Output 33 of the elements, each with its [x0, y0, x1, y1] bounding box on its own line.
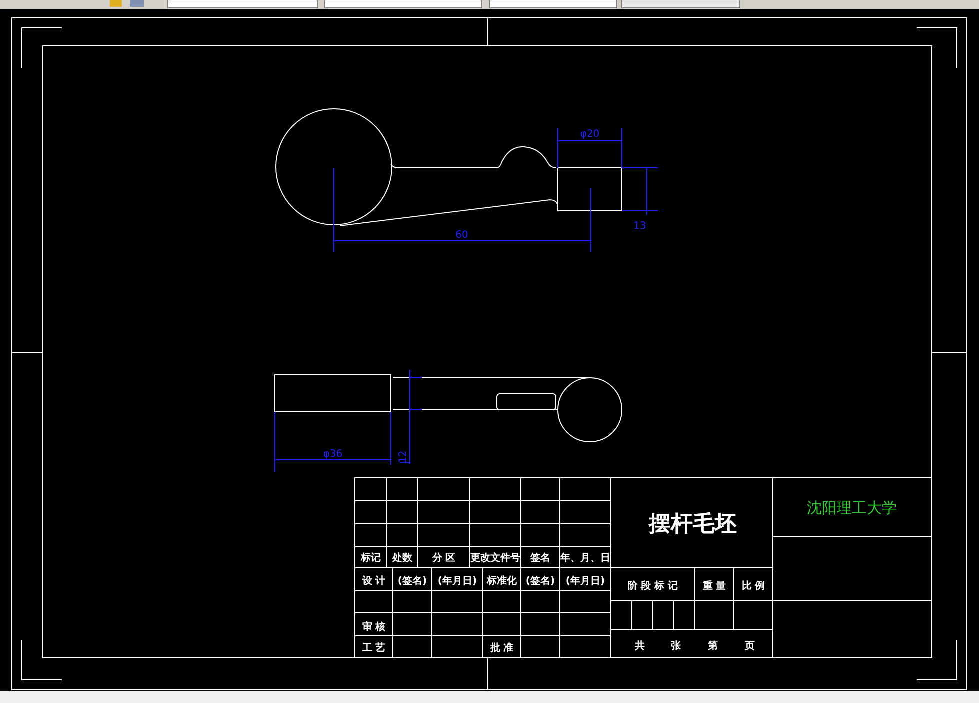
dimension-text: φ20: [580, 129, 600, 140]
table-label: 更改文件号: [470, 553, 520, 564]
table-label: 共: [635, 641, 645, 652]
table-label: (签名): [398, 576, 428, 587]
dimension-text: 12: [398, 450, 409, 464]
table-label: 阶 段 标 记: [628, 581, 678, 592]
dropdown-field[interactable]: [324, 0, 482, 8]
table-label: 年、月、日: [560, 553, 610, 564]
table-label: (签名): [526, 576, 556, 587]
school-name: 沈阳理工大学: [807, 499, 897, 517]
table-label: 批 准: [490, 643, 514, 654]
table-label: 标记: [361, 553, 381, 564]
table-label: 页: [745, 641, 755, 652]
table-label: 第: [708, 641, 718, 652]
table-label: 重 量: [702, 581, 726, 592]
table-label: (年月日): [438, 576, 478, 587]
table-label: 签名: [530, 553, 550, 564]
dimension-text: 13: [634, 221, 646, 232]
table-label: 标准化: [487, 576, 517, 587]
table-label: 设 计: [362, 576, 386, 587]
dropdown-field[interactable]: [490, 0, 618, 8]
table-label: 比 例: [742, 581, 766, 592]
table-label: 张: [671, 641, 681, 652]
table-label: 分 区: [432, 553, 456, 564]
dropdown-field[interactable]: [622, 0, 740, 8]
dimension-text: φ36: [323, 449, 343, 460]
dimension-text: 60: [456, 230, 468, 241]
dropdown-field[interactable]: [168, 0, 318, 8]
part-name: 摆杆毛坯: [649, 512, 737, 537]
table-label: 处数: [392, 553, 412, 564]
table-label: 工 艺: [362, 643, 386, 654]
table-label: (年月日): [566, 576, 606, 587]
table-label: 审 核: [362, 622, 386, 633]
